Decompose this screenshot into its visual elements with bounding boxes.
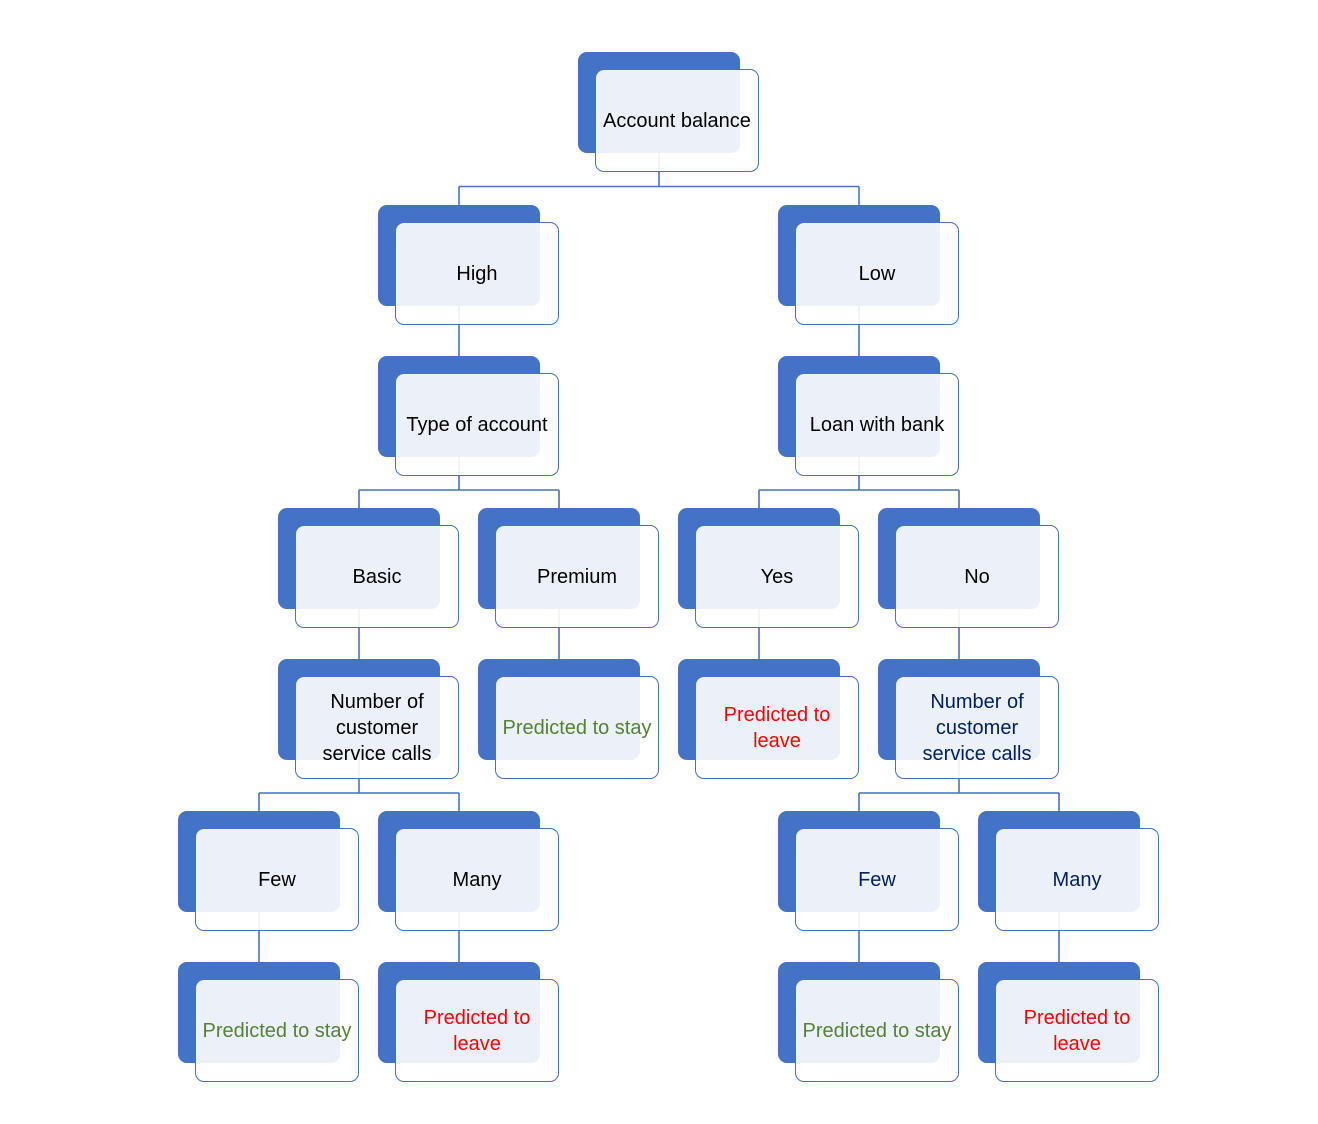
tree-node-high: High [378,205,560,326]
node-label: Few [258,868,296,891]
node-box: High [395,222,559,325]
tree-node-low: Low [778,205,960,326]
node-label: Premium [536,565,617,588]
tree-node-yes: Yes [678,508,860,629]
tree-node-few2: Few [778,811,960,932]
node-label: Account balance [603,109,751,132]
tree-node-pstay3: Predicted to stay [778,962,960,1083]
decision-tree-diagram: Account balance High Low Type of account Loa… [0,0,1318,1124]
node-box: Few [195,828,359,931]
node-box: Number of customer service calls [295,676,459,779]
node-box: No [895,525,1059,628]
node-box: Predicted to stay [795,979,959,1082]
node-box: Loan with bank [795,373,959,476]
node-box: Yes [695,525,859,628]
tree-node-pleave3: Predicted to leave [978,962,1160,1083]
tree-node-pleave2: Predicted to leave [378,962,560,1083]
node-label: Many [1052,868,1102,891]
node-label: Predicted to leave [423,1006,531,1055]
node-box: Few [795,828,959,931]
node-box: Type of account [395,373,559,476]
node-label: No [964,565,990,588]
node-label: Predicted to stay [802,1019,952,1042]
node-box: Predicted to stay [495,676,659,779]
tree-node-no: No [878,508,1060,629]
tree-node-pleave1: Predicted to leave [678,659,860,780]
node-label: Predicted to leave [1023,1006,1131,1055]
node-box: Predicted to stay [195,979,359,1082]
tree-node-loan: Loan with bank [778,356,960,477]
node-label: Yes [760,565,794,588]
node-label: Predicted to stay [502,716,652,739]
node-box: Many [395,828,559,931]
tree-node-pstay2: Predicted to stay [178,962,360,1083]
node-box: Predicted to leave [695,676,859,779]
tree-node-many2: Many [978,811,1160,932]
node-box: Account balance [595,69,759,172]
tree-node-calls2: Number of customer service calls [878,659,1060,780]
node-label: Number of customer service calls [322,690,432,765]
node-label: Predicted to leave [723,703,831,752]
node-box: Predicted to leave [395,979,559,1082]
tree-node-many1: Many [378,811,560,932]
tree-node-premium: Premium [478,508,660,629]
tree-node-pstay1: Predicted to stay [478,659,660,780]
node-label: Predicted to stay [202,1019,352,1042]
node-box: Predicted to leave [995,979,1159,1082]
node-label: Many [452,868,502,891]
tree-node-calls1: Number of customer service calls [278,659,460,780]
node-label: Number of customer service calls [922,690,1032,765]
node-box: Many [995,828,1159,931]
node-box: Number of customer service calls [895,676,1059,779]
tree-node-root: Account balance [578,52,760,173]
tree-node-few1: Few [178,811,360,932]
node-label: Basic [352,565,402,588]
node-label: Low [858,262,896,285]
node-box: Basic [295,525,459,628]
node-box: Premium [495,525,659,628]
node-label: Few [858,868,896,891]
node-label: Loan with bank [809,413,945,436]
node-label: Type of account [406,413,548,436]
tree-node-type: Type of account [378,356,560,477]
node-label: High [456,262,498,285]
node-box: Low [795,222,959,325]
tree-node-basic: Basic [278,508,460,629]
